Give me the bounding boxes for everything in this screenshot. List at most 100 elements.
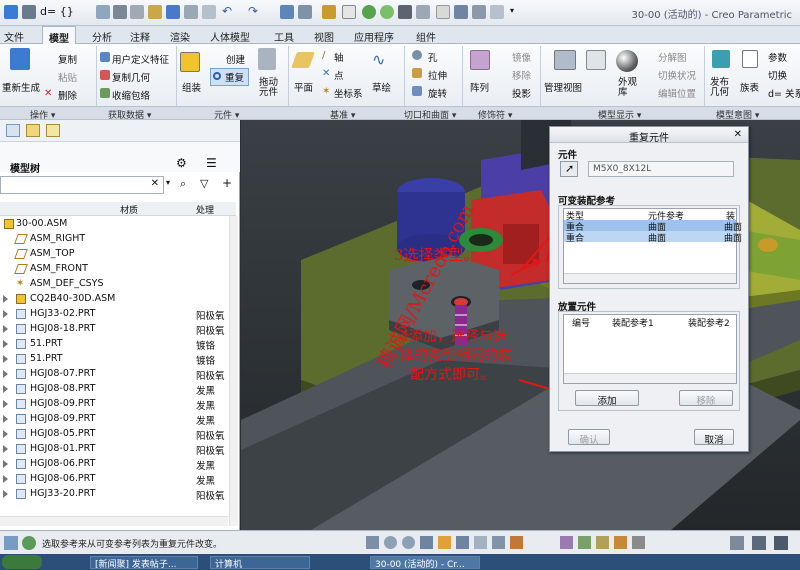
plane-icon[interactable] [291, 52, 315, 68]
favorites-tab-icon[interactable] [46, 124, 60, 137]
user-defined-feature-button[interactable]: 用户定义特征 [112, 52, 169, 66]
publish-geometry-button[interactable]: 发布 几何 [710, 78, 729, 98]
print-icon[interactable] [113, 5, 127, 19]
family-table-icon[interactable] [742, 50, 758, 68]
tree-horizontal-scrollbar[interactable] [0, 516, 228, 526]
tab-tools[interactable]: 工具 [274, 29, 294, 44]
quick-access-dropdown-icon[interactable]: ▾ [510, 6, 514, 15]
tree-row[interactable]: HGJ08-09.PRT 发黑 [0, 412, 228, 427]
shrinkwrap-button[interactable]: 收缩包络 [112, 88, 150, 102]
remove-button[interactable]: 移除 [679, 390, 733, 407]
folder-browser-tab-icon[interactable] [26, 124, 40, 137]
column-material[interactable]: 材质 [120, 203, 138, 216]
tab-applications[interactable]: 应用程序 [354, 29, 394, 44]
assemble-button[interactable]: 组装 [182, 80, 201, 94]
expand-icon[interactable] [3, 370, 8, 378]
csys-button[interactable]: 坐标系 [334, 86, 363, 100]
tab-render[interactable]: 渲染 [170, 29, 190, 44]
zoom-out-icon[interactable] [402, 536, 415, 549]
add-column-icon[interactable]: + [222, 176, 232, 190]
tree-row[interactable]: ASM_RIGHT [0, 232, 228, 247]
tree-row[interactable]: CQ2B40-30D.ASM [0, 292, 228, 307]
edit-position-button[interactable]: 编辑位置 [658, 86, 696, 100]
hole-button[interactable]: 孔 [428, 50, 438, 64]
point-display-icon[interactable] [596, 536, 609, 549]
search-dropdown-icon[interactable]: ▾ [166, 178, 170, 187]
undo-icon[interactable]: ↶ [222, 4, 232, 18]
expand-icon[interactable] [3, 475, 8, 483]
assemble-icon[interactable] [180, 52, 200, 72]
display-style-icon[interactable] [438, 536, 451, 549]
expand-icon[interactable] [3, 430, 8, 438]
start-icon[interactable] [2, 555, 42, 569]
regenerate-icon[interactable] [10, 48, 30, 70]
component-field[interactable]: M5X0_8X12L [588, 161, 734, 177]
tree-row[interactable]: HGJ33-20.PRT 阳极氧 [0, 487, 228, 502]
mirror-button[interactable]: 镜像 [512, 50, 531, 64]
select-icon[interactable] [322, 5, 336, 19]
copy-geometry-button[interactable]: 复制几何 [112, 70, 150, 84]
zoom-in-icon[interactable] [384, 536, 397, 549]
tab-file[interactable]: 文件 [4, 29, 24, 44]
placement-table[interactable]: 编号 装配参考1 装配参考2 [563, 314, 737, 384]
manage-views-button[interactable]: 管理视图 [544, 80, 582, 94]
expand-icon[interactable] [3, 295, 8, 303]
tab-annotate[interactable]: 注释 [130, 29, 150, 44]
regenerate-button[interactable]: 重新生成 [2, 80, 40, 94]
tool-icon[interactable] [454, 5, 468, 19]
tree-row[interactable]: ✶ ASM_DEF_CSYS [0, 277, 228, 292]
taskbar-item-computer[interactable]: 计算机 [210, 556, 310, 569]
tab-manikin[interactable]: 人体模型 [210, 29, 250, 44]
switch-button[interactable]: 切换 [768, 68, 787, 82]
point-button[interactable]: 点 [334, 68, 344, 82]
refs-horizontal-scrollbar[interactable] [564, 273, 736, 283]
expand-icon[interactable] [3, 325, 8, 333]
tree-row[interactable]: HGJ08-09.PRT 发黑 [0, 397, 228, 412]
regenerate-quick-icon[interactable] [280, 5, 294, 19]
filter-status-icon[interactable] [730, 536, 744, 550]
axis-display-icon[interactable] [632, 536, 645, 549]
add-button[interactable]: 添加 [575, 390, 639, 407]
taskbar-item-creo[interactable]: 30-00 (活动的) - Cr... [370, 556, 480, 569]
table-row[interactable]: 重合 曲面 曲面 [564, 220, 742, 233]
tree-row[interactable]: 30-00.ASM [0, 217, 228, 232]
confirm-button[interactable]: 确认 [568, 429, 610, 446]
select-component-button[interactable]: ➚ [560, 161, 578, 177]
tree-row[interactable]: 51.PRT 镀铬 [0, 352, 228, 367]
relation-quick-icon[interactable]: d= {} [40, 5, 74, 18]
tab-analysis[interactable]: 分析 [92, 29, 112, 44]
tree-row[interactable]: HGJ33-02.PRT 阳极氧 [0, 307, 228, 322]
save-icon[interactable] [166, 5, 180, 19]
project-button[interactable]: 投影 [512, 86, 531, 100]
plane-button[interactable]: 平面 [294, 80, 313, 94]
open-icon[interactable] [96, 5, 110, 19]
cancel-button[interactable]: 取消 [694, 429, 734, 446]
family-table-button[interactable]: 族表 [740, 80, 759, 94]
tree-row[interactable]: HGJ08-06.PRT 发黑 [0, 457, 228, 472]
revolve-button[interactable]: 旋转 [428, 86, 447, 100]
view-manager-icon[interactable] [474, 536, 487, 549]
tab-model[interactable]: 模型 [42, 26, 76, 45]
manage-views-icon[interactable] [554, 50, 576, 70]
annotation-display-icon[interactable] [578, 536, 591, 549]
windows-icon[interactable] [298, 5, 312, 19]
expand-icon[interactable] [3, 490, 8, 498]
delete-button[interactable]: 删除 [58, 88, 77, 102]
tab-view[interactable]: 视图 [314, 29, 334, 44]
column-process[interactable]: 处理 [196, 203, 214, 216]
find-icon[interactable]: ⌕ [180, 177, 186, 191]
expand-icon[interactable] [3, 355, 8, 363]
pattern-button[interactable]: 阵列 [470, 80, 489, 94]
tab-component[interactable]: 组件 [416, 29, 436, 44]
doc-icon[interactable] [490, 5, 504, 19]
copy-button[interactable]: 复制 [58, 52, 77, 66]
clear-search-icon[interactable]: ✕ [151, 178, 159, 189]
csys-display-icon[interactable] [614, 536, 627, 549]
display-icon[interactable] [342, 5, 356, 19]
repaint-icon[interactable] [420, 536, 433, 549]
green-icon[interactable] [362, 5, 376, 19]
folder-icon[interactable] [148, 5, 162, 19]
status-icon[interactable] [22, 536, 36, 550]
tree-row[interactable]: HGJ08-08.PRT 发黑 [0, 382, 228, 397]
save-copy-icon[interactable] [184, 5, 198, 19]
